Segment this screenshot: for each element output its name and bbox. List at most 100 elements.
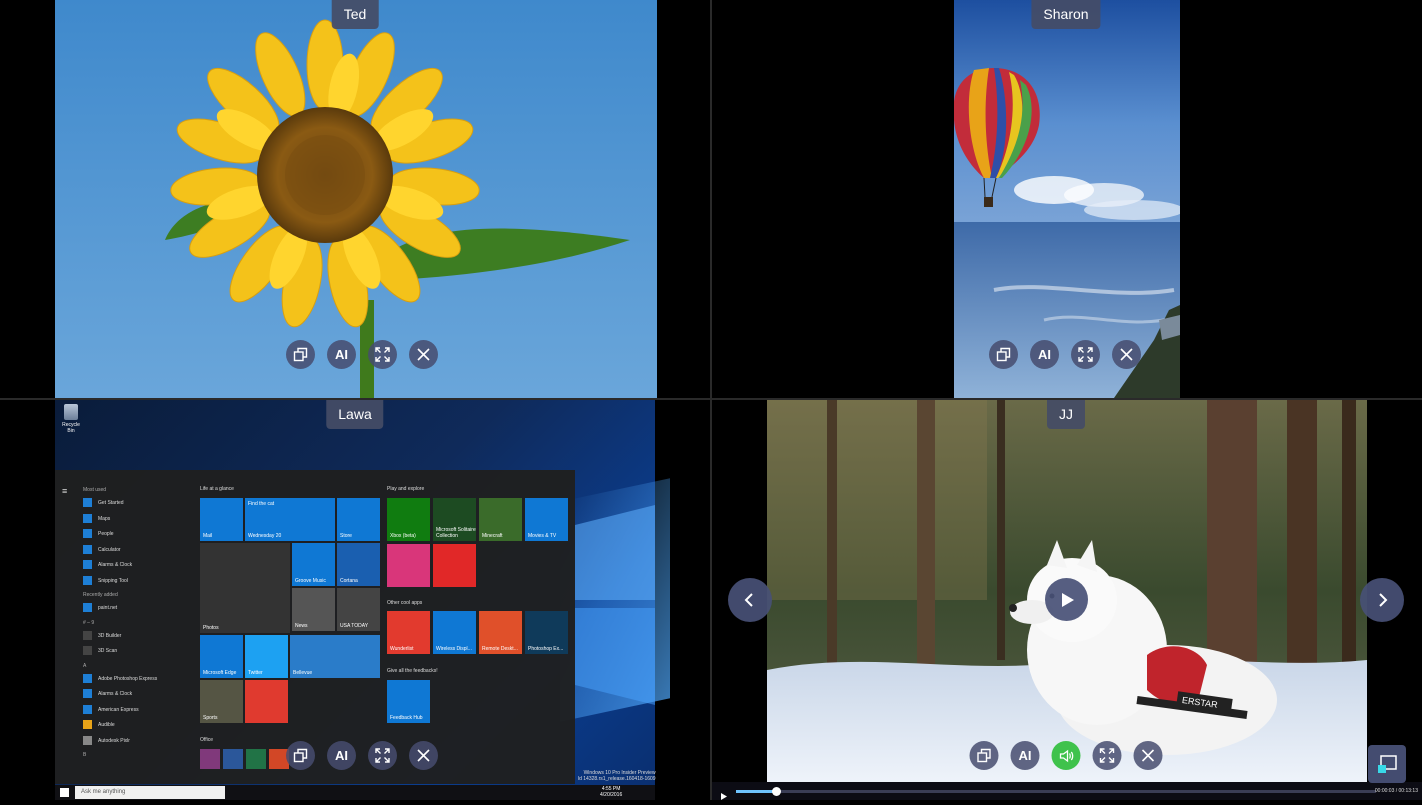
seek-progress: [736, 790, 777, 793]
app-list: Most used Get Started Maps People Calcul…: [83, 484, 193, 761]
ai-button[interactable]: AI: [327, 340, 356, 369]
speaker-icon: [1059, 749, 1073, 762]
taskbar-clock: 4:55 PM 4/20/2016: [600, 786, 623, 798]
close-icon: [417, 348, 430, 361]
restore-window-icon: [293, 347, 308, 362]
tile-controls-lawa: AI: [286, 741, 438, 770]
restore-window-button[interactable]: [969, 741, 999, 770]
app-item[interactable]: paint.net: [83, 601, 193, 617]
cortana-search-input[interactable]: Ask me anything: [75, 786, 225, 799]
app-item[interactable]: American Express: [83, 703, 193, 719]
seek-thumb[interactable]: [772, 787, 782, 796]
tile-news[interactable]: News: [292, 588, 335, 631]
play-icon: [1061, 592, 1074, 607]
tile-xbox[interactable]: Xbox (beta): [387, 498, 430, 541]
tile-candy[interactable]: [387, 544, 430, 587]
close-button[interactable]: [409, 741, 438, 770]
mini-play-icon[interactable]: [720, 787, 727, 805]
close-button[interactable]: [409, 340, 438, 369]
previous-button[interactable]: [728, 578, 772, 622]
restore-window-button[interactable]: [989, 340, 1018, 369]
expand-button[interactable]: [1071, 340, 1100, 369]
tile-edge[interactable]: Microsoft Edge: [200, 635, 243, 678]
video-tile-ted[interactable]: Ted AI: [55, 0, 657, 398]
tile-remote[interactable]: Remote Deskt...: [479, 611, 522, 654]
media-progress-bar: 00:00:03 / 00:13:13: [712, 782, 1422, 800]
tile-controls-sharon: AI: [989, 340, 1141, 369]
tile-minecraft[interactable]: Minecraft: [479, 498, 522, 541]
participant-name-jj: JJ: [1047, 400, 1085, 429]
expand-icon: [375, 748, 390, 763]
tile-flipboard[interactable]: [433, 544, 476, 587]
picture-in-picture-button[interactable]: [1368, 745, 1406, 783]
tile-group-office: Office: [200, 737, 213, 743]
close-button[interactable]: [1133, 741, 1163, 770]
app-item[interactable]: Alarms & Clock: [83, 687, 193, 703]
video-tile-sharon[interactable]: Sharon AI: [712, 0, 1422, 398]
picture-in-picture-icon: [1378, 755, 1397, 773]
tile-mail[interactable]: Mail: [200, 498, 243, 541]
app-item[interactable]: People: [83, 527, 193, 543]
tile-cortana[interactable]: Cortana: [337, 543, 380, 586]
tile-feedback[interactable]: Feedback Hub: [387, 680, 430, 723]
app-item[interactable]: Get Started: [83, 496, 193, 512]
tile-twitter[interactable]: Twitter: [245, 635, 288, 678]
restore-window-icon: [977, 748, 991, 763]
close-button[interactable]: [1112, 340, 1141, 369]
close-icon: [1141, 749, 1155, 762]
app-item[interactable]: Audible: [83, 718, 193, 734]
seek-track[interactable]: [736, 787, 1376, 796]
restore-window-button[interactable]: [286, 741, 315, 770]
ai-button[interactable]: AI: [327, 741, 356, 770]
tile-word[interactable]: [223, 749, 243, 769]
play-button[interactable]: [1045, 578, 1088, 621]
expand-button[interactable]: [1092, 741, 1122, 770]
time-readout: 00:00:03 / 00:13:13: [1374, 788, 1418, 794]
next-button[interactable]: [1360, 578, 1404, 622]
build-watermark: Windows 10 Pro Insider Preview ld 14328.…: [578, 770, 656, 782]
close-icon: [1120, 348, 1133, 361]
tile-find-cat[interactable]: Wednesday 20 Find the cat: [245, 498, 335, 541]
app-item[interactable]: Snipping Tool: [83, 574, 193, 590]
app-item[interactable]: 3D Scan: [83, 644, 193, 660]
ai-button[interactable]: AI: [1030, 340, 1059, 369]
expand-icon: [1099, 748, 1115, 763]
app-item[interactable]: Calculator: [83, 543, 193, 559]
hamburger-icon[interactable]: ≡: [62, 486, 70, 496]
tile-excel[interactable]: [246, 749, 266, 769]
tile-group-play: Play and explore: [387, 486, 425, 492]
tile-weather[interactable]: Bellevue: [290, 635, 380, 678]
tile-store[interactable]: Store: [337, 498, 380, 541]
tile-news-red[interactable]: [245, 680, 288, 723]
app-item[interactable]: Maps: [83, 512, 193, 528]
volume-button[interactable]: [1051, 741, 1081, 770]
tile-groove[interactable]: Groove Music: [292, 543, 335, 586]
app-item[interactable]: Autodesk Pixlr: [83, 734, 193, 750]
windows-start-icon[interactable]: [60, 788, 69, 797]
tile-wireless[interactable]: Wireless Displ...: [433, 611, 476, 654]
app-item[interactable]: Alarms & Clock: [83, 558, 193, 574]
expand-button[interactable]: [368, 741, 397, 770]
expand-icon: [1078, 347, 1093, 362]
tile-usa-today[interactable]: USA TODAY: [337, 588, 380, 631]
tile-controls-jj: AI: [969, 741, 1163, 770]
app-item[interactable]: Adobe Photoshop Express: [83, 672, 193, 688]
ai-button[interactable]: AI: [1010, 741, 1040, 770]
recycle-bin-shortcut[interactable]: Recycle Bin: [59, 404, 83, 434]
restore-window-button[interactable]: [286, 340, 315, 369]
tile-photoshop[interactable]: Photoshop Ex...: [525, 611, 568, 654]
windows-logo-icon: [575, 505, 655, 705]
tile-wunderlist[interactable]: Wunderlist: [387, 611, 430, 654]
tile-onenote[interactable]: [200, 749, 220, 769]
chevron-left-icon: [744, 593, 753, 607]
expand-button[interactable]: [368, 340, 397, 369]
tile-movies[interactable]: Movies & TV: [525, 498, 568, 541]
app-item[interactable]: 3D Builder: [83, 629, 193, 645]
tile-group-life: Life at a glance: [200, 486, 234, 492]
tile-photos[interactable]: Photos: [200, 543, 290, 633]
restore-window-icon: [996, 347, 1011, 362]
tile-sports[interactable]: Sports: [200, 680, 243, 723]
tile-solitaire[interactable]: Microsoft Solitaire Collection: [433, 498, 476, 541]
participant-name-lawa: Lawa: [326, 400, 384, 429]
grid-divider-vertical: [710, 0, 712, 800]
